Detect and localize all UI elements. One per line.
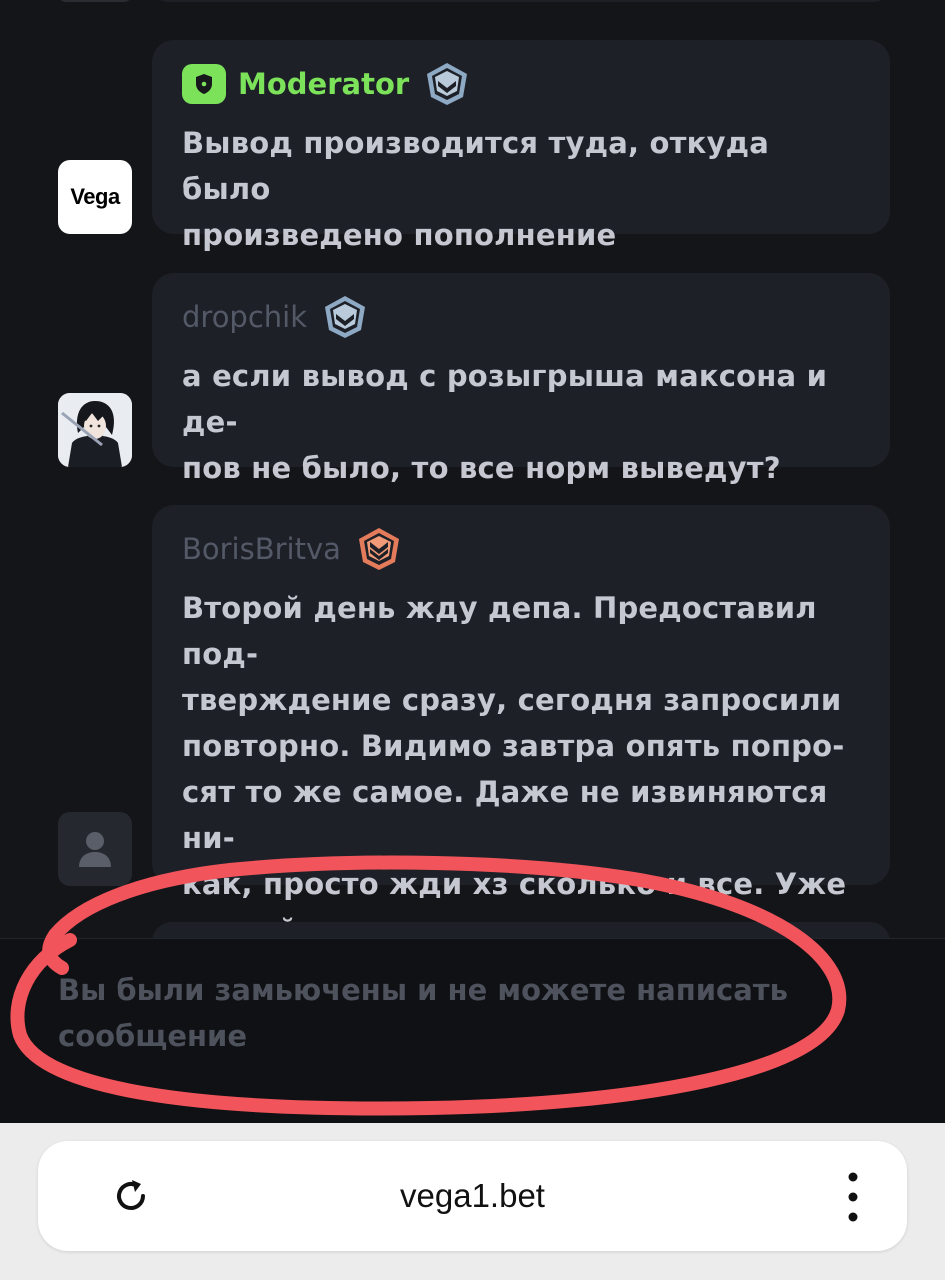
url-text[interactable]: vega1.bet	[38, 1141, 907, 1251]
message-header: Moderator	[182, 62, 860, 106]
message-header: dropchik	[182, 295, 860, 339]
silver-rank-icon	[423, 61, 471, 107]
message-header: BorisBritva	[182, 527, 860, 571]
vega-logo: Vega	[70, 184, 120, 209]
message-composer: Вы были замьючены и не можете написать с…	[0, 938, 945, 1124]
more-vertical-icon[interactable]	[838, 1169, 868, 1225]
message-author[interactable]: Moderator	[238, 67, 409, 101]
message-bubble: Moderator Вывод производится туда, откуд…	[152, 40, 890, 252]
user-icon	[79, 832, 111, 867]
silver-rank-icon	[321, 294, 369, 340]
chat-feed: Vega Moderator Вывод производится туда, …	[0, 0, 945, 940]
address-bar[interactable]: vega1.bet	[38, 1141, 907, 1251]
bronze-rank-icon	[355, 526, 403, 572]
browser-toolbar: vega1.bet	[0, 1123, 945, 1280]
anime-avatar[interactable]	[58, 393, 132, 467]
message-text: Вывод производится туда, откуда было про…	[182, 126, 770, 252]
message-bubble: dropchik а если вывод с розыгрыша максон…	[152, 273, 890, 485]
message-text: а если вывод с розыгрыша максона и де- п…	[182, 359, 828, 485]
moderator-shield-icon	[182, 64, 226, 104]
previous-message-bubble	[152, 0, 890, 2]
message-bubble: BorisBritva Второй день жду депа. Предос…	[152, 505, 890, 940]
message-author[interactable]: BorisBritva	[182, 532, 341, 566]
previous-avatar	[58, 0, 132, 2]
message-text: Второй день жду депа. Предоставил под- т…	[182, 591, 847, 940]
muted-notice: Вы были замьючены и не можете написать с…	[58, 973, 788, 1053]
message-author[interactable]: dropchik	[182, 300, 307, 334]
default-user-avatar[interactable]	[58, 812, 132, 886]
avatar[interactable]: Vega	[58, 160, 132, 234]
